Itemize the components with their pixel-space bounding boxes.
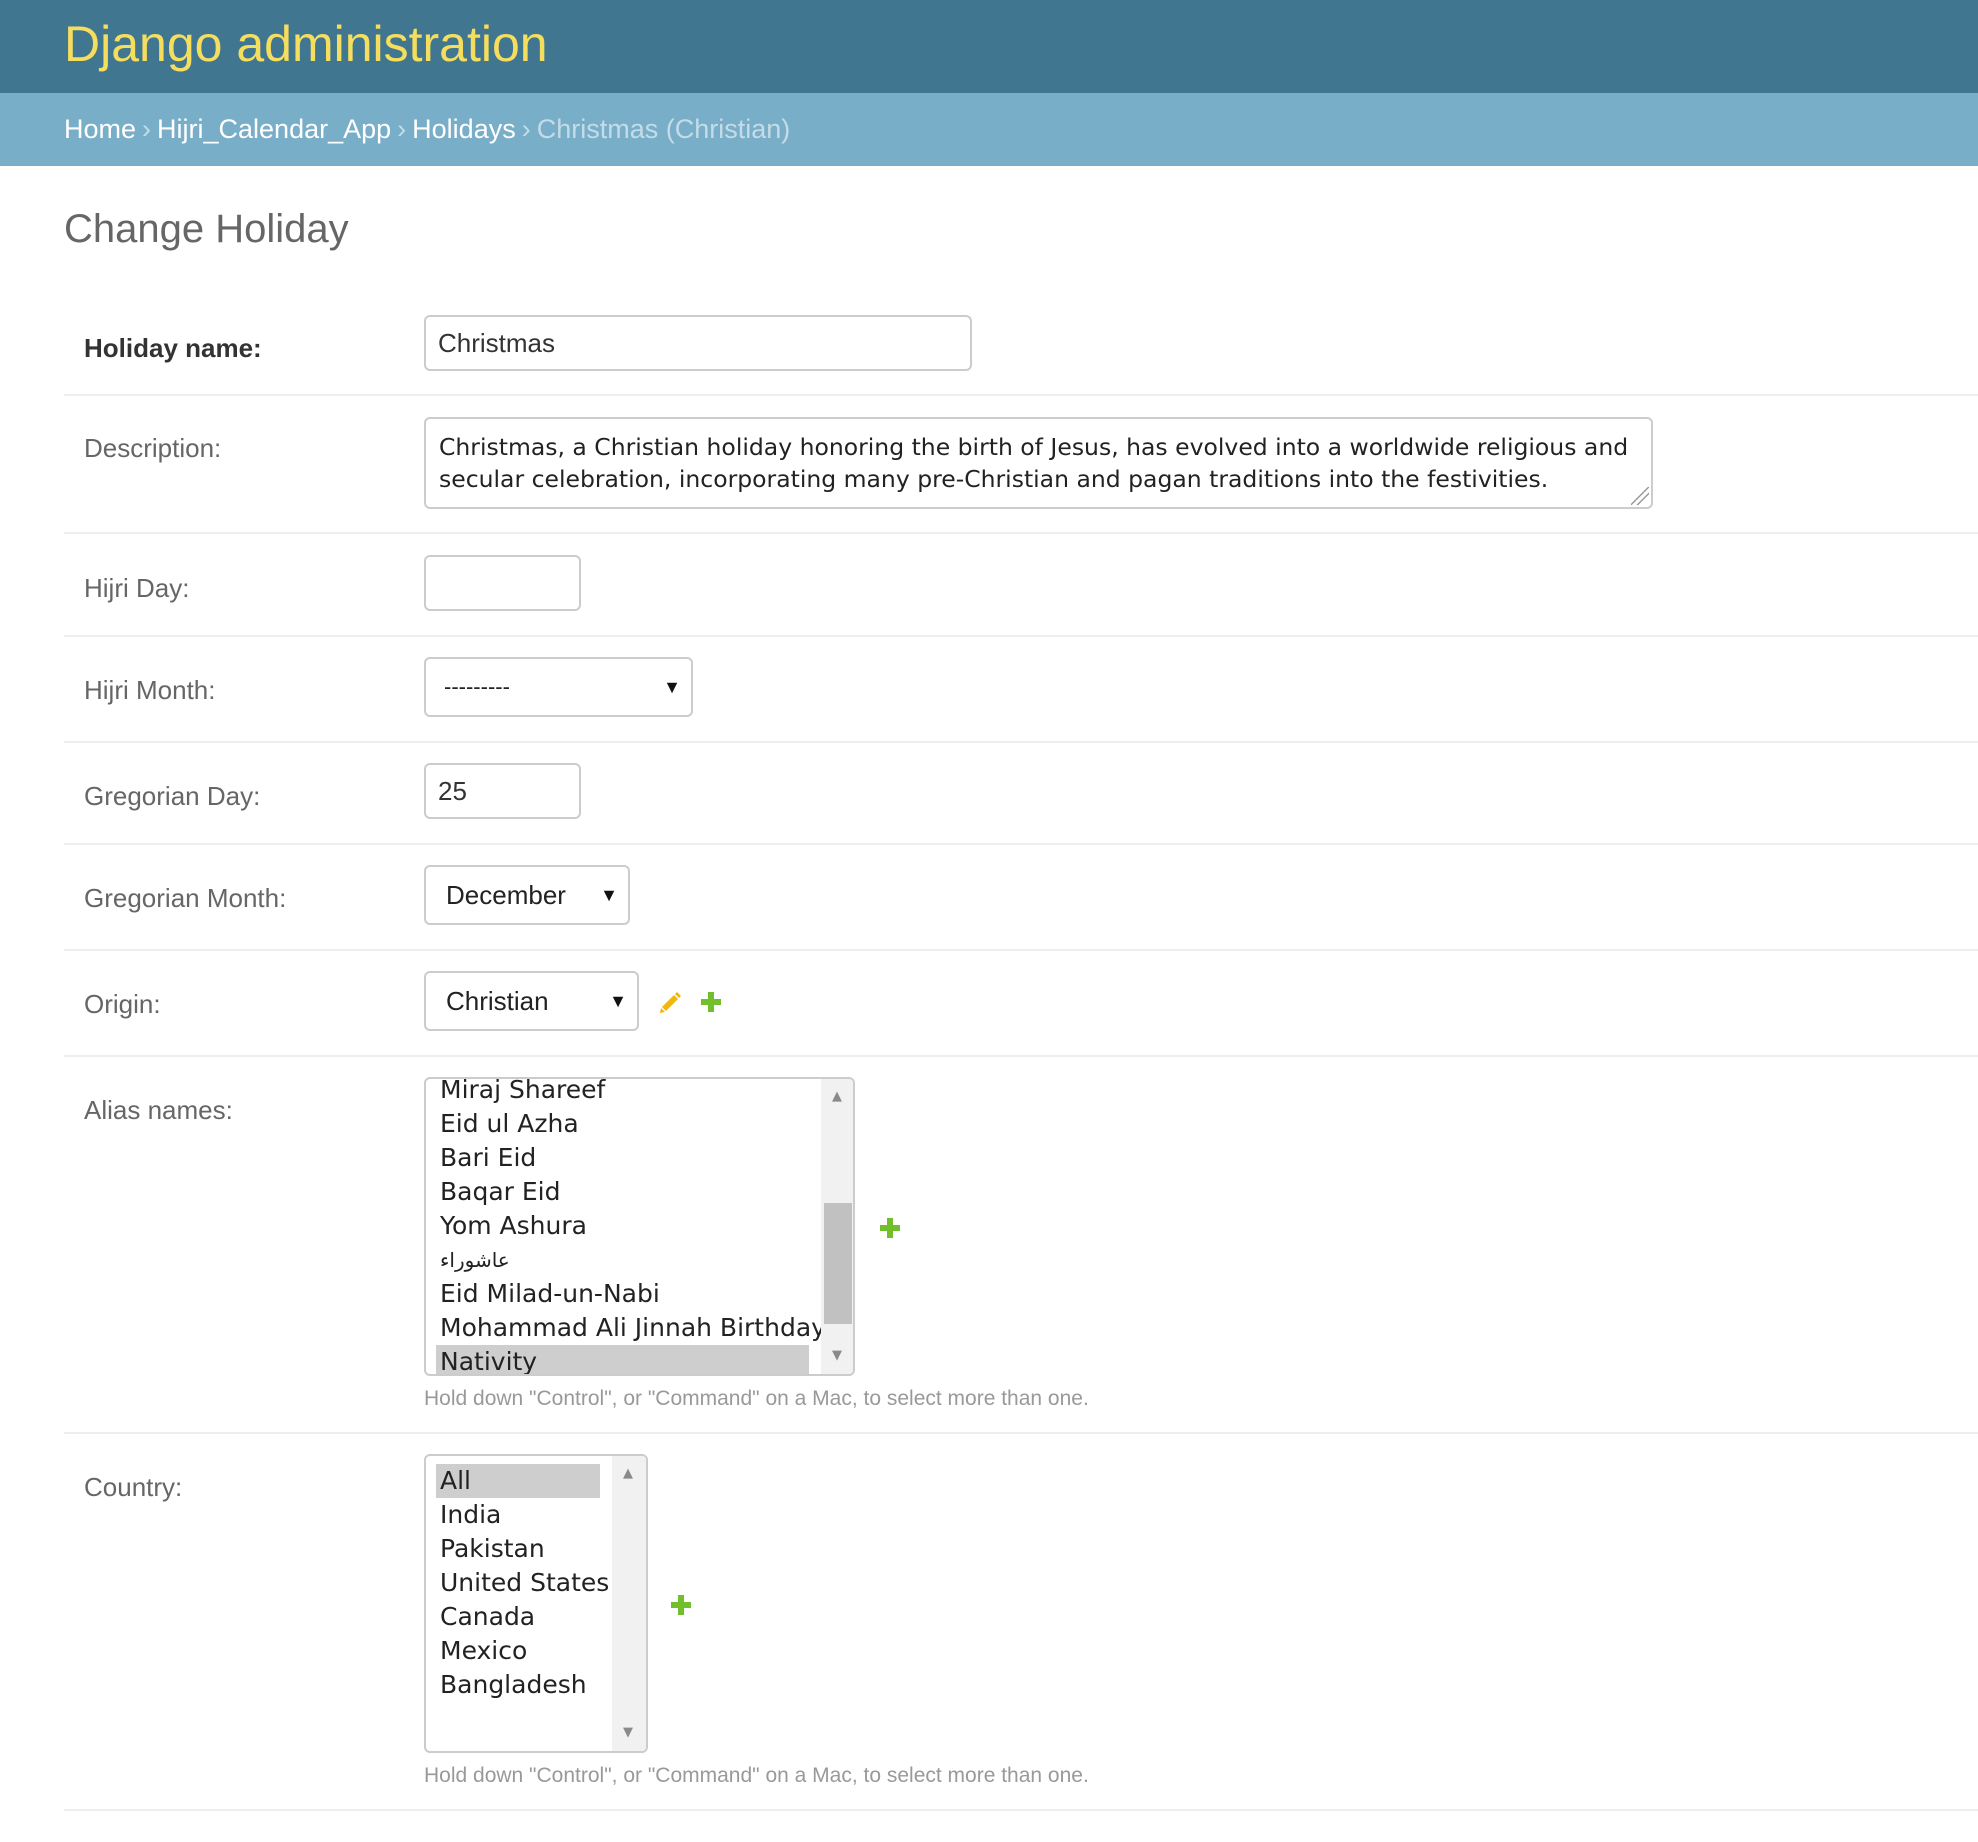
breadcrumb-separator: › <box>521 114 531 144</box>
chevron-down-icon: ▼ <box>663 677 681 697</box>
alias-names-row: Alias names: Miraj Shareef Eid ul Azha B… <box>64 1057 1978 1434</box>
site-branding[interactable]: Django administration <box>64 16 548 72</box>
country-label: Country: <box>84 1472 183 1502</box>
list-item[interactable]: عاشوراء <box>436 1243 809 1277</box>
list-item[interactable]: Canada <box>436 1600 600 1634</box>
scrollbar[interactable]: ▲ ▼ <box>612 1456 646 1751</box>
breadcrumb-separator: › <box>142 114 152 144</box>
list-item[interactable]: Pakistan <box>436 1532 600 1566</box>
page-title: Change Holiday <box>64 207 349 251</box>
breadcrumb: Home › Hijri_Calendar_App › Holidays › Christm… <box>0 93 1978 166</box>
scroll-down-arrow-icon[interactable]: ▼ <box>821 1342 853 1370</box>
plus-icon[interactable] <box>700 991 722 1018</box>
list-item[interactable]: Bangladesh <box>436 1668 600 1702</box>
help-text: Hold down "Control", or "Command" on a M… <box>424 1387 1089 1410</box>
scroll-down-arrow-icon[interactable]: ▼ <box>612 1719 644 1747</box>
breadcrumb-model-link[interactable]: Holidays <box>412 114 516 144</box>
holiday-name-label: Holiday name: <box>84 333 262 363</box>
origin-label: Origin: <box>84 989 161 1019</box>
country-multiselect[interactable]: All India Pakistan United States Canada … <box>424 1454 648 1753</box>
list-item[interactable]: India <box>436 1498 600 1532</box>
scrollbar[interactable]: ▲ ▼ <box>821 1079 853 1374</box>
alias-names-multiselect[interactable]: Miraj Shareef Eid ul Azha Bari Eid Baqar… <box>424 1077 855 1376</box>
origin-select[interactable]: Christian ▼ <box>424 971 639 1031</box>
hijri-month-select[interactable]: --------- ▼ <box>424 657 693 717</box>
origin-row: Origin: Christian ▼ <box>64 951 1978 1057</box>
alias-names-label: Alias names: <box>84 1095 233 1125</box>
hijri-day-label: Hijri Day: <box>84 573 190 603</box>
hijri-day-row: Hijri Day: <box>64 534 1978 637</box>
pencil-icon[interactable] <box>658 989 684 1020</box>
plus-icon[interactable] <box>670 1594 692 1621</box>
list-item[interactable]: Baqar Eid <box>436 1175 809 1209</box>
gregorian-day-input[interactable]: 25 <box>424 763 581 819</box>
gregorian-month-label: Gregorian Month: <box>84 883 287 913</box>
gregorian-day-label: Gregorian Day: <box>84 781 261 811</box>
description-label: Description: <box>84 433 222 463</box>
description-text: Christmas, a Christian holiday honoring … <box>439 433 1629 493</box>
chevron-down-icon: ▼ <box>609 991 627 1011</box>
country-row: Country: All India Pakistan United State… <box>64 1434 1978 1811</box>
hijri-month-row: Hijri Month: --------- ▼ <box>64 637 1978 743</box>
list-item[interactable]: Miraj Shareef <box>436 1079 809 1107</box>
gregorian-month-select[interactable]: December ▼ <box>424 865 630 925</box>
gregorian-month-selected: December <box>446 880 566 910</box>
scroll-up-arrow-icon[interactable]: ▲ <box>612 1460 644 1488</box>
breadcrumb-home-link[interactable]: Home <box>64 114 136 144</box>
description-row: Description: Christmas, a Christian holi… <box>64 396 1978 534</box>
breadcrumb-current: Christmas (Christian) <box>536 114 791 144</box>
list-item[interactable]: Mohammad Ali Jinnah Birthday <box>436 1311 826 1345</box>
list-item[interactable]: Yom Ashura <box>436 1209 809 1243</box>
list-item[interactable]: Eid ul Azha <box>436 1107 809 1141</box>
description-textarea[interactable]: Christmas, a Christian holiday honoring … <box>424 417 1653 509</box>
help-text: Hold down "Control", or "Command" on a M… <box>424 1764 1089 1787</box>
gregorian-month-row: Gregorian Month: December ▼ <box>64 845 1978 951</box>
holiday-name-input[interactable]: Christmas <box>424 315 972 371</box>
list-item-selected[interactable]: Nativity <box>436 1345 809 1374</box>
scroll-up-arrow-icon[interactable]: ▲ <box>821 1083 853 1111</box>
list-item[interactable]: Eid Milad-un-Nabi <box>436 1277 809 1311</box>
list-item[interactable]: Bari Eid <box>436 1141 809 1175</box>
chevron-down-icon: ▼ <box>600 885 618 905</box>
hijri-month-selected: --------- <box>444 674 510 699</box>
list-item[interactable]: United States <box>436 1566 609 1600</box>
breadcrumb-separator: › <box>397 114 407 144</box>
resize-grip-icon[interactable] <box>1631 487 1649 505</box>
site-header: Django administration <box>0 0 1978 93</box>
hijri-day-input[interactable] <box>424 555 581 611</box>
scrollbar-thumb[interactable] <box>824 1203 852 1324</box>
list-item[interactable]: Mexico <box>436 1634 600 1668</box>
hijri-month-label: Hijri Month: <box>84 675 216 705</box>
list-item-selected[interactable]: All <box>436 1464 600 1498</box>
gregorian-day-row: Gregorian Day: 25 <box>64 743 1978 845</box>
origin-selected: Christian <box>446 986 549 1016</box>
plus-icon[interactable] <box>879 1217 901 1244</box>
breadcrumb-app-link[interactable]: Hijri_Calendar_App <box>157 114 391 144</box>
holiday-name-row: Holiday name: Christmas <box>64 292 1978 396</box>
